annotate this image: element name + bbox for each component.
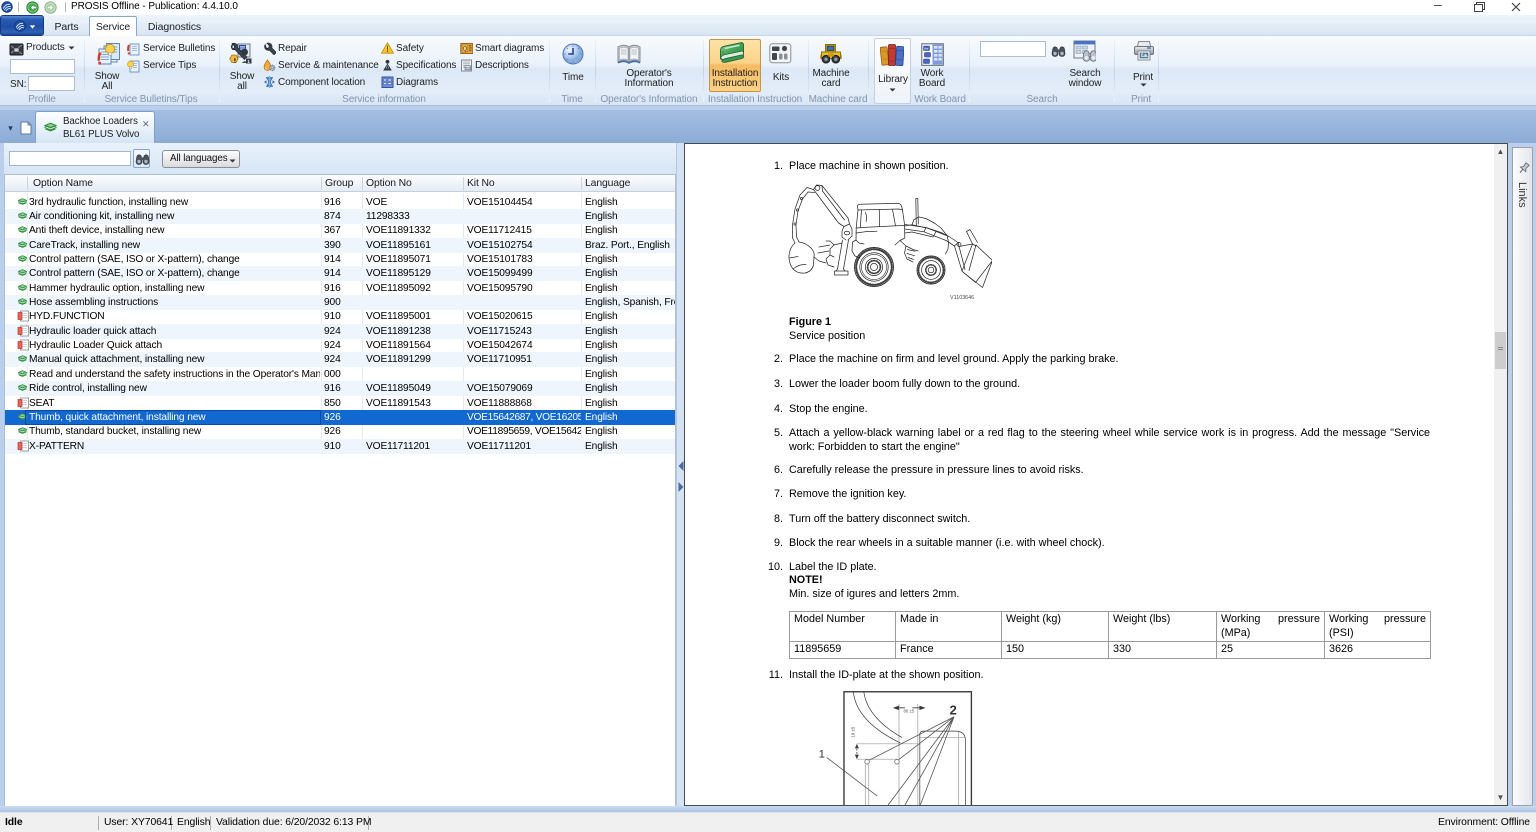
svg-text:Yes: Yes (923, 47, 928, 51)
svg-text:1: 1 (819, 748, 825, 760)
svg-text:Q: Q (463, 47, 468, 53)
svg-text:1: 1 (247, 59, 250, 64)
svg-text:2: 2 (950, 702, 957, 717)
svg-text:18 ±5: 18 ±5 (850, 726, 855, 737)
svg-text:V1103646: V1103646 (950, 295, 974, 301)
svg-text:80 ±5: 80 ±5 (903, 708, 914, 713)
